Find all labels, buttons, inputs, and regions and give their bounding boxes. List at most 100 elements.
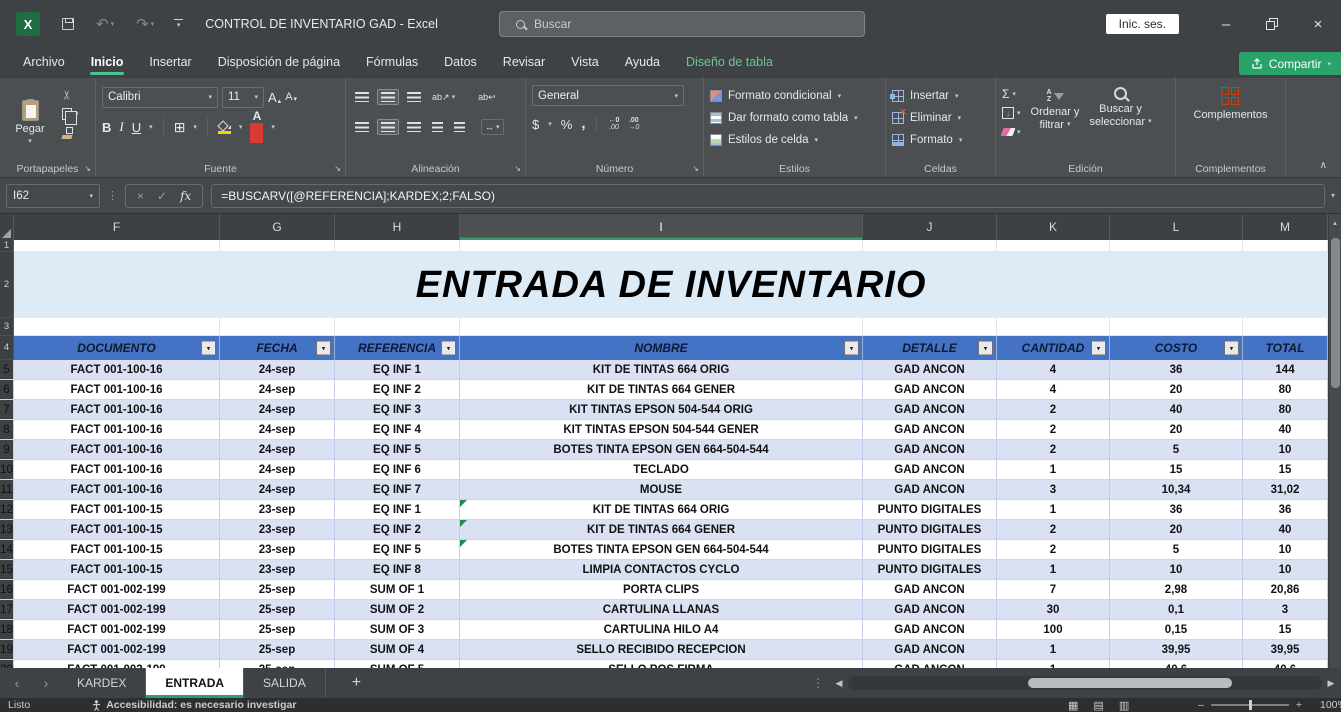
column-header-i[interactable]: I — [460, 214, 863, 240]
cell-costo[interactable]: 2,98 — [1110, 580, 1243, 600]
collapse-ribbon-icon[interactable]: ∧ — [1320, 160, 1327, 171]
table-row[interactable]: 11 FACT 001-100-16 24-sep EQ INF 7 MOUSE… — [0, 480, 1328, 500]
filter-dropdown-icon[interactable]: ▾ — [201, 341, 216, 356]
cell-documento[interactable]: FACT 001-002-199 — [14, 580, 220, 600]
row-number[interactable]: 2 — [0, 252, 14, 318]
percent-button[interactable]: % — [561, 117, 573, 132]
tab-insertar[interactable]: Insertar — [136, 48, 204, 78]
cell-detalle[interactable]: GAD ANCON — [863, 480, 997, 500]
table-header-total[interactable]: TOTAL — [1243, 336, 1328, 360]
cell-fecha[interactable]: 23-sep — [220, 540, 335, 560]
cell-documento[interactable]: FACT 001-100-16 — [14, 420, 220, 440]
table-header-nombre[interactable]: NOMBRE▾ — [460, 336, 863, 360]
column-header-f[interactable]: F — [14, 214, 220, 240]
table-row[interactable]: 17 FACT 001-002-199 25-sep SUM OF 2 CART… — [0, 600, 1328, 620]
formula-input[interactable]: =BUSCARV([@REFERENCIA];KARDEX;2;FALSO) — [211, 184, 1325, 208]
table-row[interactable]: 15 FACT 001-100-15 23-sep EQ INF 8 LIMPI… — [0, 560, 1328, 580]
expand-formula-bar-icon[interactable]: ▾ — [1331, 191, 1335, 200]
cell-referencia[interactable]: EQ INF 3 — [335, 400, 460, 420]
cell-total[interactable]: 39,95 — [1243, 640, 1328, 660]
font-size-select[interactable]: 11▾ — [222, 87, 264, 108]
cell-cantidad[interactable]: 4 — [997, 360, 1110, 380]
cell-detalle[interactable]: PUNTO DIGITALES — [863, 520, 997, 540]
cell-referencia[interactable]: EQ INF 5 — [335, 540, 460, 560]
table-row[interactable]: 6 FACT 001-100-16 24-sep EQ INF 2 KIT DE… — [0, 380, 1328, 400]
row-number[interactable]: 14 — [0, 540, 14, 560]
filter-dropdown-icon[interactable]: ▾ — [316, 341, 331, 356]
tab-archivo[interactable]: Archivo — [10, 48, 78, 78]
table-row[interactable]: 8 FACT 001-100-16 24-sep EQ INF 4 KIT TI… — [0, 420, 1328, 440]
cell-nombre[interactable]: TECLADO — [460, 460, 863, 480]
cell-cantidad[interactable]: 1 — [997, 500, 1110, 520]
row-number[interactable]: 5 — [0, 360, 14, 380]
tab-formulas[interactable]: Fórmulas — [353, 48, 431, 78]
cell-costo[interactable]: 36 — [1110, 360, 1243, 380]
cell-costo[interactable]: 20 — [1110, 520, 1243, 540]
cell-cantidad[interactable]: 2 — [997, 400, 1110, 420]
cell-total[interactable]: 40,6 — [1243, 660, 1328, 668]
tab-disposicion[interactable]: Disposición de página — [205, 48, 353, 78]
table-row[interactable]: 16 FACT 001-002-199 25-sep SUM OF 1 PORT… — [0, 580, 1328, 600]
number-format-select[interactable]: General▾ — [532, 85, 684, 106]
merge-center-button[interactable]: ↔▾ — [481, 119, 504, 135]
cell-cantidad[interactable]: 2 — [997, 540, 1110, 560]
horizontal-scroll-thumb[interactable] — [1028, 678, 1232, 688]
view-normal-icon[interactable]: ▦ — [1068, 699, 1078, 712]
table-row[interactable]: 7 FACT 001-100-16 24-sep EQ INF 3 KIT TI… — [0, 400, 1328, 420]
cell-total[interactable]: 36 — [1243, 500, 1328, 520]
share-button[interactable]: Compartir ▾ — [1239, 52, 1341, 75]
cell-documento[interactable]: FACT 001-100-15 — [14, 560, 220, 580]
cell-fecha[interactable]: 24-sep — [220, 400, 335, 420]
filter-dropdown-icon[interactable]: ▾ — [1224, 341, 1239, 356]
italic-button[interactable]: I — [119, 119, 123, 135]
cell-nombre[interactable]: PORTA CLIPS — [460, 580, 863, 600]
row-number[interactable]: 3 — [0, 318, 14, 336]
zoom-slider-thumb[interactable] — [1249, 700, 1252, 710]
cell-costo[interactable]: 36 — [1110, 500, 1243, 520]
cell-costo[interactable]: 39,95 — [1110, 640, 1243, 660]
row-number[interactable]: 1 — [0, 240, 14, 252]
cell-referencia[interactable]: SUM OF 2 — [335, 600, 460, 620]
cell-costo[interactable]: 5 — [1110, 540, 1243, 560]
zoom-out-icon[interactable]: – — [1198, 699, 1204, 711]
cell-detalle[interactable]: PUNTO DIGITALES — [863, 500, 997, 520]
table-header-detalle[interactable]: DETALLE▾ — [863, 336, 997, 360]
add-sheet-button[interactable]: + — [352, 674, 361, 692]
cell-fecha[interactable]: 24-sep — [220, 420, 335, 440]
cell-referencia[interactable]: EQ INF 2 — [335, 380, 460, 400]
column-header-h[interactable]: H — [335, 214, 460, 240]
row-number[interactable]: 12 — [0, 500, 14, 520]
find-select-button[interactable]: Buscar y seleccionar▾ — [1089, 85, 1151, 159]
column-header-m[interactable]: M — [1243, 214, 1328, 240]
cell-cantidad[interactable]: 1 — [997, 460, 1110, 480]
cell-fecha[interactable]: 25-sep — [220, 620, 335, 640]
cell-total[interactable]: 10 — [1243, 540, 1328, 560]
cell-total[interactable]: 20,86 — [1243, 580, 1328, 600]
cell-costo[interactable]: 20 — [1110, 420, 1243, 440]
cell-costo[interactable]: 5 — [1110, 440, 1243, 460]
cell-total[interactable]: 3 — [1243, 600, 1328, 620]
zoom-in-icon[interactable]: + — [1296, 699, 1302, 711]
format-painter-button[interactable] — [62, 126, 79, 140]
increase-font-icon[interactable]: A▴ — [268, 90, 281, 105]
table-header-fecha[interactable]: FECHA▾ — [220, 336, 335, 360]
fill-color-button[interactable] — [218, 121, 231, 134]
cell-nombre[interactable]: KIT DE TINTAS 664 GENER — [460, 380, 863, 400]
cell-total[interactable]: 80 — [1243, 380, 1328, 400]
cell-detalle[interactable]: GAD ANCON — [863, 460, 997, 480]
cell-costo[interactable]: 0,15 — [1110, 620, 1243, 640]
cell-fecha[interactable]: 24-sep — [220, 380, 335, 400]
row-number[interactable]: 16 — [0, 580, 14, 600]
format-as-table-button[interactable]: Dar formato como tabla▾ — [710, 107, 858, 128]
cell-styles-button[interactable]: Estilos de celda▾ — [710, 129, 858, 150]
tab-vista[interactable]: Vista — [558, 48, 612, 78]
grid-row-3[interactable]: 3 — [0, 318, 1328, 336]
cell-fecha[interactable]: 25-sep — [220, 600, 335, 620]
confirm-entry-icon[interactable]: ✓ — [157, 189, 167, 203]
cell-total[interactable]: 15 — [1243, 460, 1328, 480]
filter-dropdown-icon[interactable]: ▾ — [978, 341, 993, 356]
view-page-break-icon[interactable]: ▥ — [1119, 699, 1129, 712]
cell-total[interactable]: 31,02 — [1243, 480, 1328, 500]
cell-total[interactable]: 144 — [1243, 360, 1328, 380]
horizontal-scrollbar[interactable]: ◀ ▶ — [832, 675, 1338, 691]
